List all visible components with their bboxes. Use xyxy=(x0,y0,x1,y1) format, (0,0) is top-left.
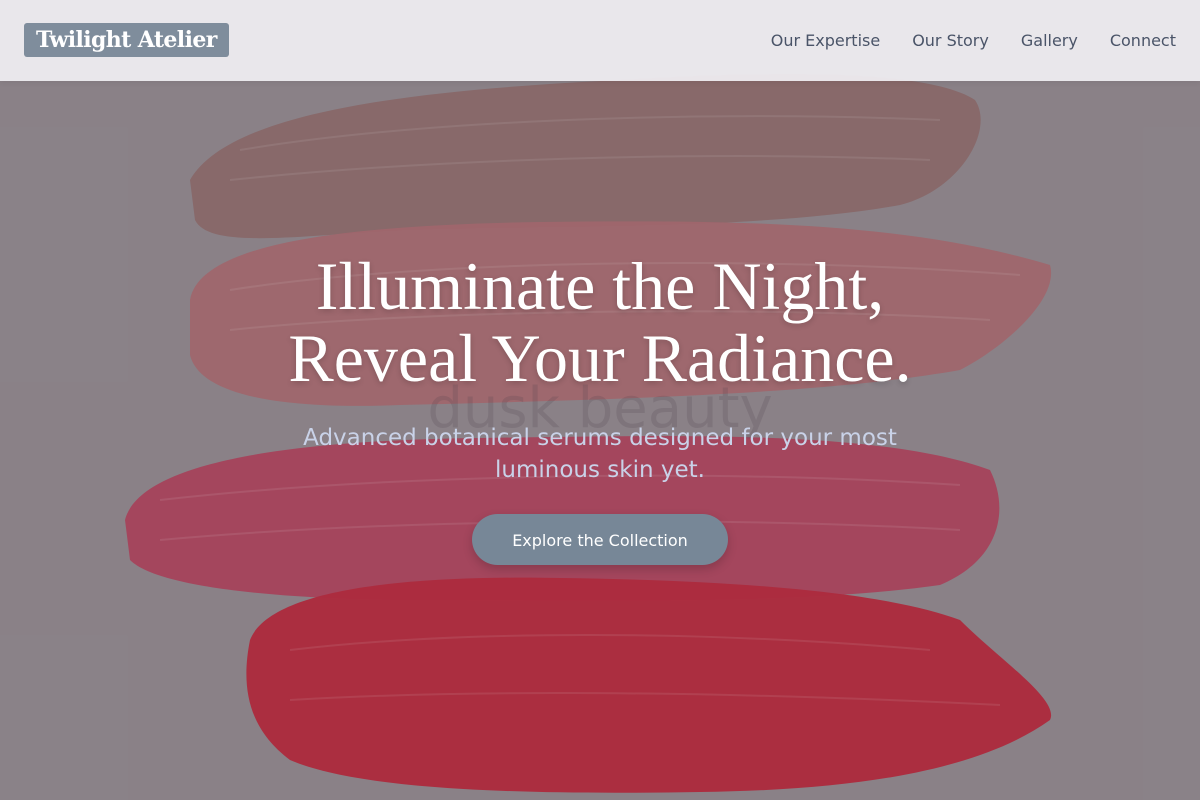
hero-title-line-1: Illuminate the Night, xyxy=(315,248,885,324)
hero-title-line-2: Reveal Your Radiance. xyxy=(288,320,912,396)
nav-link-gallery[interactable]: Gallery xyxy=(1021,31,1078,50)
nav-link-connect[interactable]: Connect xyxy=(1110,31,1176,50)
nav-link-our-story[interactable]: Our Story xyxy=(912,31,989,50)
logo[interactable]: Twilight Atelier xyxy=(24,23,229,57)
explore-collection-button[interactable]: Explore the Collection xyxy=(472,514,728,565)
page: dusk beauty Twilight Atelier Our Experti… xyxy=(0,0,1200,800)
main-nav: Our Expertise Our Story Gallery Connect xyxy=(771,0,1176,81)
nav-link-our-expertise[interactable]: Our Expertise xyxy=(771,31,880,50)
hero-subtitle: Advanced botanical serums designed for y… xyxy=(303,425,897,483)
site-header: Twilight Atelier Our Expertise Our Story… xyxy=(0,0,1200,81)
hero-title: Illuminate the Night, Reveal Your Radian… xyxy=(0,250,1200,394)
hero-content: Illuminate the Night, Reveal Your Radian… xyxy=(0,250,1200,565)
